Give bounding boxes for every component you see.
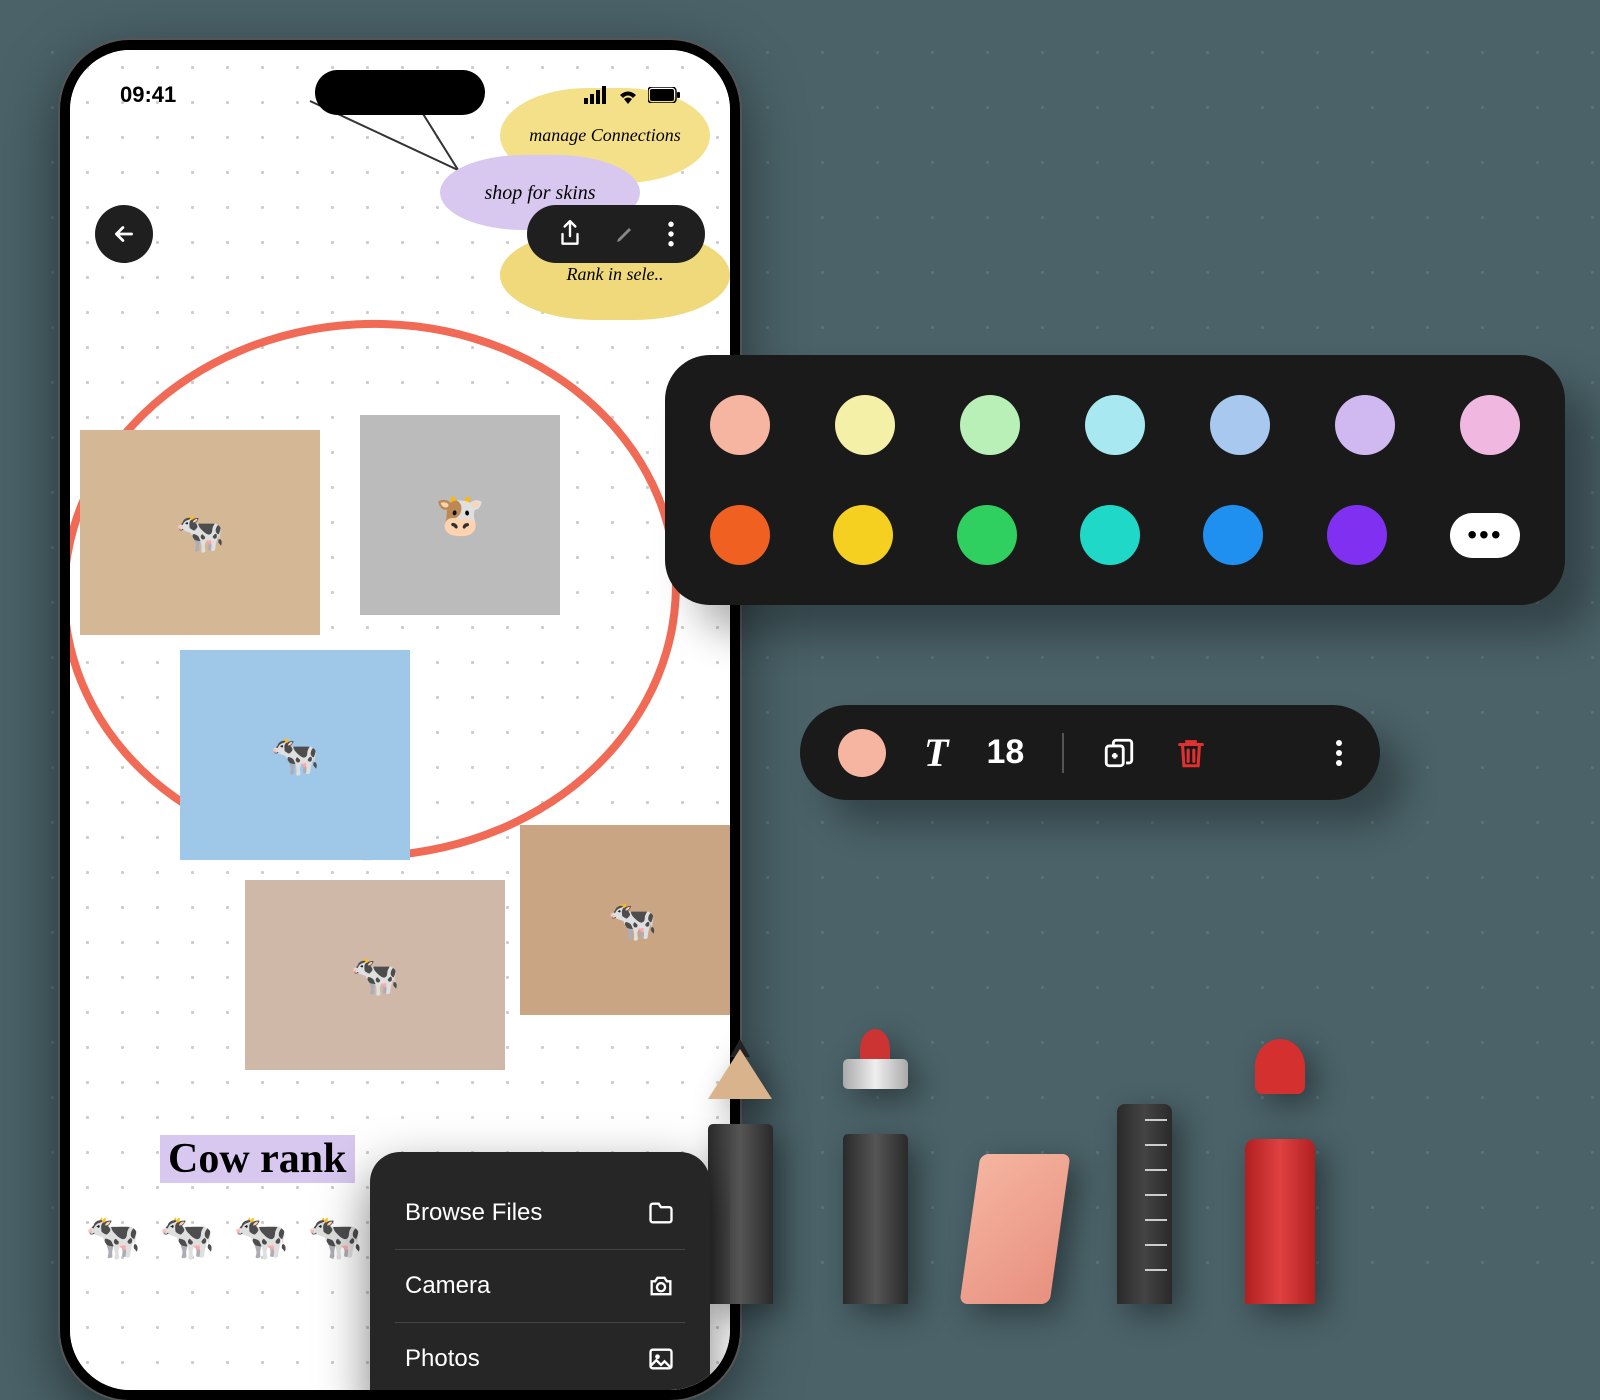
crayon-tool[interactable] xyxy=(1240,1084,1320,1304)
more-options-button[interactable] xyxy=(1336,740,1342,766)
pencil-tool[interactable] xyxy=(700,1084,780,1304)
color-swatch[interactable] xyxy=(960,395,1020,455)
ruler-tool[interactable] xyxy=(1105,1084,1185,1304)
battery-icon xyxy=(648,87,680,103)
color-swatch[interactable] xyxy=(1080,505,1140,565)
duplicate-button[interactable] xyxy=(1102,736,1136,770)
doodle-icon: 🐄 xyxy=(233,1210,289,1263)
color-swatch[interactable] xyxy=(1460,395,1520,455)
photo-icon xyxy=(647,1345,675,1373)
color-palette-panel: ••• xyxy=(665,355,1565,605)
more-vertical-icon xyxy=(667,221,675,247)
eraser-tool[interactable] xyxy=(970,1084,1050,1304)
palette-row-2: ••• xyxy=(710,505,1520,565)
canvas-image-1[interactable]: 🐄 xyxy=(80,430,320,635)
color-swatch[interactable] xyxy=(957,505,1017,565)
text-format-toolbar: T 18 xyxy=(800,705,1380,800)
doodle-icon: 🐄 xyxy=(307,1210,363,1263)
color-swatch[interactable] xyxy=(833,505,893,565)
palette-row-1 xyxy=(710,395,1520,455)
doodle-icon: 🐄 xyxy=(159,1210,215,1263)
phone-notch xyxy=(315,70,485,115)
drawing-tools-tray xyxy=(700,1084,1320,1304)
signal-icon xyxy=(584,86,608,104)
color-swatch[interactable] xyxy=(835,395,895,455)
trash-icon xyxy=(1174,736,1208,770)
menu-item-browse-files[interactable]: Browse Files xyxy=(370,1177,710,1249)
menu-item-label: Browse Files xyxy=(405,1199,542,1227)
edit-button[interactable] xyxy=(613,222,637,246)
delete-button[interactable] xyxy=(1174,736,1208,770)
copy-plus-icon xyxy=(1102,736,1136,770)
share-icon xyxy=(557,219,583,249)
color-swatch[interactable] xyxy=(1210,395,1270,455)
more-button[interactable] xyxy=(667,221,675,247)
menu-item-camera[interactable]: Camera xyxy=(370,1250,710,1322)
toolbar-divider xyxy=(1062,733,1064,773)
phone-screen: manage Connections shop for skins Rank i… xyxy=(70,50,730,1390)
canvas-image-5[interactable]: 🐄 xyxy=(245,880,505,1070)
phone-frame: manage Connections shop for skins Rank i… xyxy=(60,40,740,1400)
color-swatch[interactable] xyxy=(1327,505,1387,565)
color-swatch[interactable] xyxy=(710,505,770,565)
canvas-image-2[interactable]: 🐮 xyxy=(360,415,560,615)
text-style-button[interactable]: T xyxy=(924,729,948,776)
insert-file-menu: Browse Files Camera Photos xyxy=(370,1152,710,1390)
menu-item-label: Photos xyxy=(405,1345,480,1373)
camera-icon xyxy=(647,1272,675,1300)
status-time: 09:41 xyxy=(120,82,176,108)
color-swatch[interactable] xyxy=(710,395,770,455)
menu-item-photos[interactable]: Photos xyxy=(370,1323,710,1390)
back-button[interactable] xyxy=(95,205,153,263)
wifi-icon xyxy=(616,86,640,104)
share-button[interactable] xyxy=(557,219,583,249)
color-swatch[interactable] xyxy=(1335,395,1395,455)
color-swatch[interactable] xyxy=(1203,505,1263,565)
marker-tool[interactable] xyxy=(835,1084,915,1304)
canvas-image-4[interactable]: 🐄 xyxy=(520,825,730,1015)
menu-item-label: Camera xyxy=(405,1272,490,1300)
folder-icon xyxy=(647,1199,675,1227)
canvas-image-3[interactable]: 🐄 xyxy=(180,650,410,860)
font-size-button[interactable]: 18 xyxy=(986,733,1024,772)
canvas-text-label[interactable]: Cow rank xyxy=(160,1135,355,1183)
pencil-icon xyxy=(613,222,637,246)
canvas-top-toolbar xyxy=(527,205,705,263)
arrow-left-icon xyxy=(111,221,137,247)
color-picker-button[interactable] xyxy=(838,729,886,777)
more-colors-button[interactable]: ••• xyxy=(1450,513,1520,558)
color-swatch[interactable] xyxy=(1085,395,1145,455)
doodle-icon: 🐄 xyxy=(85,1210,141,1263)
